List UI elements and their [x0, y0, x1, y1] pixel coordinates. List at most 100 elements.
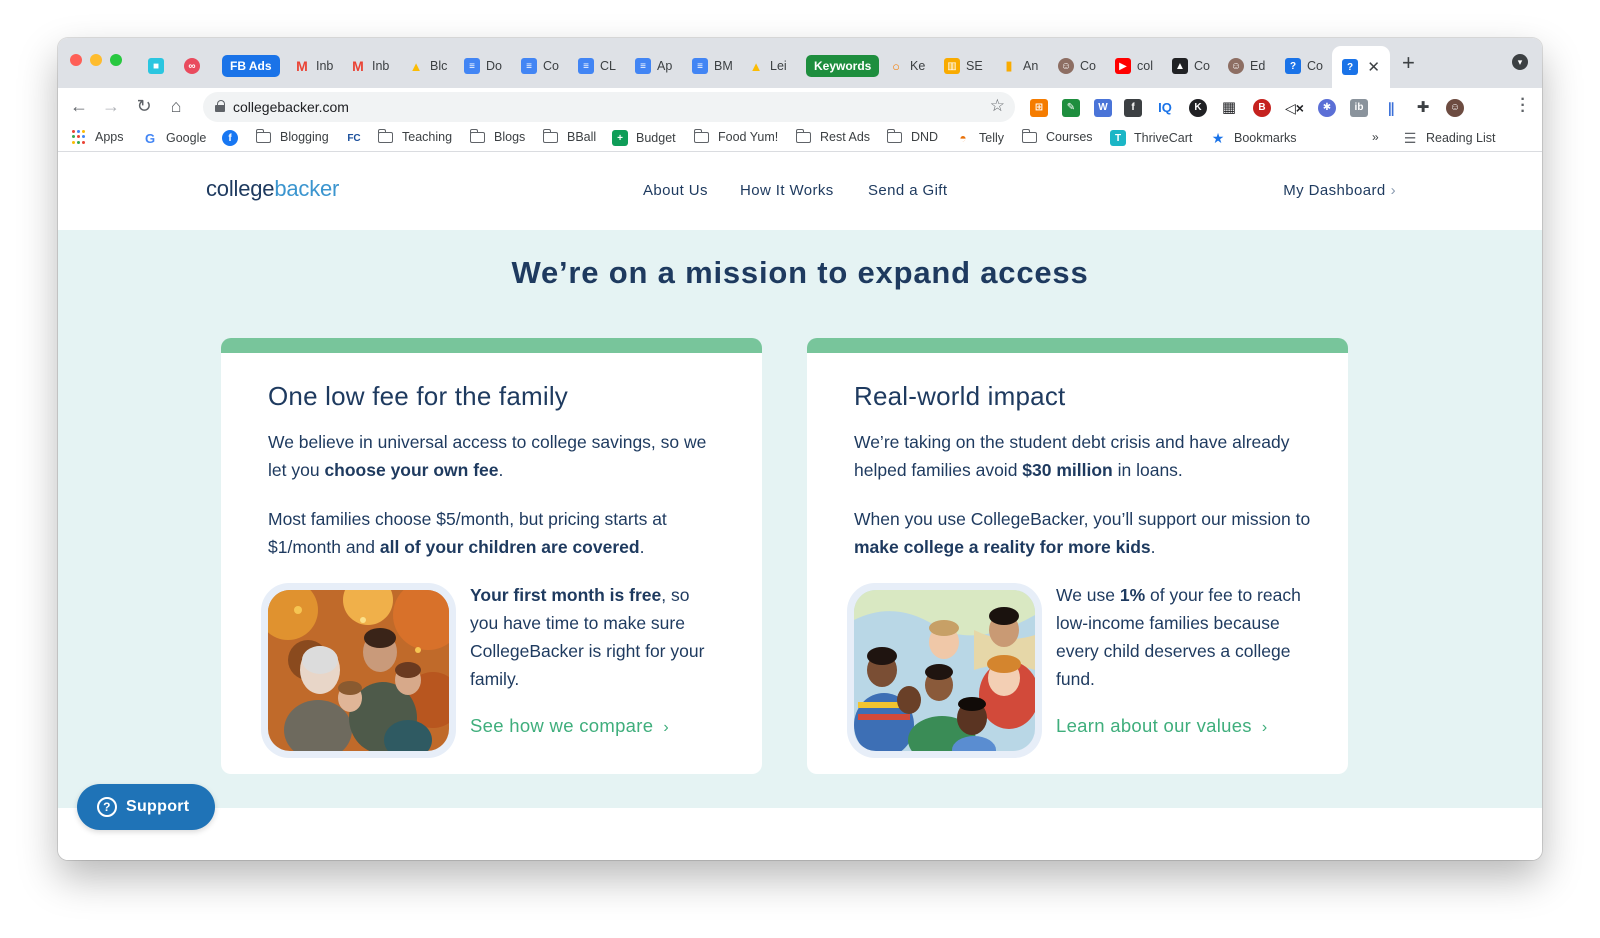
bookmark-google[interactable]: G Google	[142, 130, 206, 146]
tab-fb-ads[interactable]: FB Ads	[222, 52, 282, 80]
bookmarks-overflow-button[interactable]: »	[1372, 130, 1379, 144]
bookmark-courses[interactable]: Courses	[1021, 128, 1093, 144]
extension-1-icon[interactable]: ⊞	[1030, 99, 1048, 117]
iq-ext-icon[interactable]: IQ	[1156, 99, 1174, 117]
more-menu-icon[interactable]: · · ·	[1520, 92, 1526, 120]
tab-keywords[interactable]: Keywords	[806, 52, 880, 80]
collegebacker-logo[interactable]: collegebacker	[206, 176, 339, 202]
bookmark-bball[interactable]: BBall	[542, 128, 597, 144]
reading-list-icon: ☰	[1403, 129, 1417, 146]
emphasis-text: choose your own fee	[324, 460, 499, 480]
bookmark-fc[interactable]: FC	[346, 130, 370, 146]
tab-12[interactable]: ▲ Lei	[748, 52, 794, 80]
tab-label: Ke	[910, 59, 926, 73]
grid-ext-icon[interactable]: ▦	[1220, 99, 1238, 117]
bookmark-food-yum[interactable]: Food Yum!	[693, 128, 778, 144]
apps-grid-icon	[72, 130, 86, 144]
tab-label: Co	[1194, 59, 1210, 73]
tab-8[interactable]: ≡ Co	[521, 52, 567, 80]
support-button[interactable]: ? Support	[77, 784, 215, 830]
tab-11[interactable]: ≡ BM	[692, 52, 738, 80]
address-bar[interactable]: collegebacker.com ☆	[203, 92, 1015, 122]
tab-16[interactable]: ▮ An	[1001, 52, 1047, 80]
new-tab-button[interactable]: +	[1402, 50, 1415, 76]
nav-about-us[interactable]: About Us	[643, 182, 708, 199]
tab-9[interactable]: ≡ CL	[578, 52, 624, 80]
tab-21[interactable]: ? Co	[1285, 52, 1331, 80]
nav-send-a-gift[interactable]: Send a Gift	[868, 182, 947, 199]
sheets-icon: +	[612, 130, 628, 146]
bookmark-bookmarks[interactable]: ★ Bookmarks	[1210, 130, 1297, 146]
folder-icon	[377, 128, 393, 143]
chevron-right-icon: ›	[1261, 719, 1268, 736]
puzzle-icon[interactable]: ✚	[1414, 99, 1432, 117]
reading-list-label: Reading List	[1426, 131, 1496, 145]
tab-5[interactable]: M Inb	[350, 52, 396, 80]
bookmark-telly[interactable]: ◓ Telly	[955, 130, 1004, 146]
card-low-fee: One low fee for the family We believe in…	[221, 338, 762, 774]
bookmark-blogging[interactable]: Blogging	[255, 128, 329, 144]
bookmark-thrivecart[interactable]: T ThriveCart	[1110, 130, 1192, 146]
analytics-icon: ▮	[1005, 58, 1013, 73]
bookmark-label: Blogs	[494, 130, 526, 144]
tab-15[interactable]: ▥ SE	[944, 52, 990, 80]
tab-17[interactable]: ☺ Co	[1058, 52, 1104, 80]
tab-10[interactable]: ≡ Ap	[635, 52, 681, 80]
facebook-ext-icon[interactable]: f	[1124, 99, 1142, 117]
bookmark-apps[interactable]: Apps	[72, 130, 124, 144]
tab-4[interactable]: M Inb	[294, 52, 340, 80]
bookmark-label: Bookmarks	[1234, 131, 1297, 145]
tab-label: An	[1023, 59, 1039, 73]
maximize-window-button[interactable]	[110, 54, 122, 66]
bookmark-teaching[interactable]: Teaching	[377, 128, 452, 144]
back-arrow-icon[interactable]: ←	[68, 96, 90, 117]
tab-label: Inb	[372, 59, 390, 73]
tab-label: SE	[966, 59, 983, 73]
my-dashboard-link[interactable]: My Dashboard ›	[1283, 182, 1396, 199]
mute-ext-icon[interactable]: ◁×	[1285, 99, 1304, 117]
app-square-icon: ■	[148, 58, 164, 74]
nav-how-it-works[interactable]: How It Works	[740, 182, 834, 199]
tab-7[interactable]: ≡ Do	[464, 52, 510, 80]
chevron-right-icon: ›	[663, 719, 669, 736]
tab-search-icon[interactable]: ▾	[1512, 54, 1528, 70]
gear-ext-icon[interactable]: ✱	[1318, 99, 1336, 117]
forward-arrow-icon[interactable]: →	[100, 96, 122, 117]
bookmark-dnd[interactable]: DND	[886, 128, 938, 144]
extension-3-icon[interactable]: W	[1094, 99, 1112, 117]
extension-2-icon[interactable]: ✎	[1062, 99, 1080, 117]
bookmark-budget[interactable]: + Budget	[612, 130, 676, 146]
bookmark-blogs[interactable]: Blogs	[469, 128, 526, 144]
ib-ext-icon[interactable]: ib	[1350, 99, 1368, 117]
bookmark-star-icon[interactable]: ☆	[990, 96, 1005, 116]
tab-18[interactable]: ▶ col	[1115, 52, 1161, 80]
see-how-we-compare-link[interactable]: See how we compare ›	[470, 715, 669, 737]
learn-about-our-values-link[interactable]: Learn about our values ›	[1056, 715, 1268, 737]
tab-active-collegebacker[interactable]: ? ✕	[1332, 46, 1390, 88]
text: .	[1150, 537, 1156, 557]
k-ext-icon[interactable]: K	[1189, 99, 1207, 117]
bookmark-label: Budget	[636, 131, 676, 145]
text: .	[498, 460, 504, 480]
home-icon[interactable]: ⌂	[165, 96, 187, 117]
tab-2[interactable]: ∞	[184, 52, 210, 80]
minimize-window-button[interactable]	[90, 54, 102, 66]
bookmark-rest-ads[interactable]: Rest Ads	[795, 128, 870, 144]
bookmark-label: BBall	[567, 130, 597, 144]
profile-avatar[interactable]: ☺	[1446, 99, 1464, 117]
tab-6[interactable]: ▲ Blc	[408, 52, 454, 80]
close-tab-icon[interactable]: ✕	[1367, 58, 1380, 76]
tab-1[interactable]: ■	[148, 52, 174, 80]
link-label: Learn about our values	[1056, 715, 1252, 736]
reading-list-button[interactable]: ☰ Reading List	[1402, 130, 1496, 146]
family-autumn-photo	[268, 590, 449, 751]
close-window-button[interactable]	[70, 54, 82, 66]
tab-20[interactable]: ☺ Ed	[1228, 52, 1274, 80]
tab-14[interactable]: ○ Ke	[888, 52, 934, 80]
b-ext-icon[interactable]: B	[1253, 99, 1271, 117]
reload-icon[interactable]: ↻	[133, 96, 155, 117]
bookmark-facebook[interactable]: f	[222, 130, 246, 146]
avatar-icon: ☺	[1228, 58, 1244, 74]
tab-19[interactable]: ▲ Co	[1172, 52, 1218, 80]
bars-ext-icon[interactable]: ∥	[1382, 99, 1400, 117]
